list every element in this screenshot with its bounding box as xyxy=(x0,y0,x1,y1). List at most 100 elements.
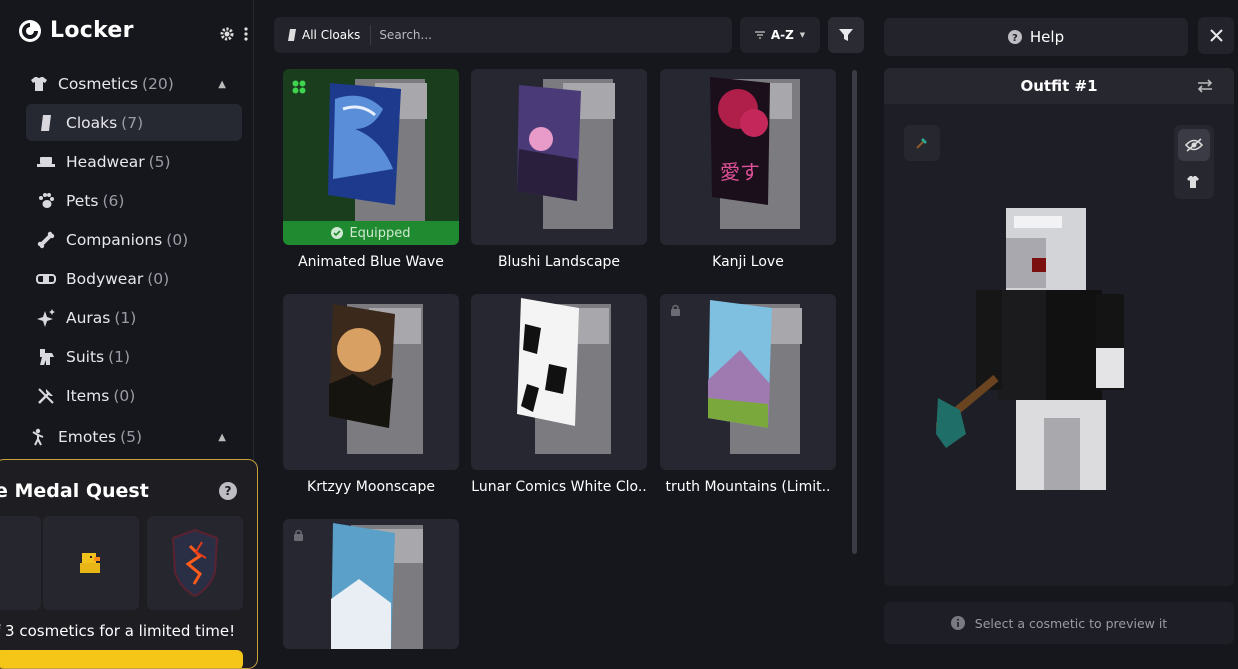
status-bar: Select a cosmetic to preview it xyxy=(884,602,1234,644)
category-filter-chip[interactable]: All Cloaks xyxy=(274,25,372,45)
sidebar-item-label: Companions xyxy=(66,230,163,249)
svg-text:愛す: 愛す xyxy=(720,160,760,184)
quest-reward-slot[interactable] xyxy=(147,516,243,610)
sidebar-item-label: Bodywear xyxy=(66,269,144,288)
sort-icon xyxy=(754,31,765,39)
sidebar-item-items[interactable]: Items (0) xyxy=(26,377,242,414)
section-cosmetics-label: Cosmetics xyxy=(58,75,138,93)
quest-reward-slot[interactable] xyxy=(0,516,41,610)
section-emotes-label: Emotes xyxy=(58,428,117,446)
cosmetic-card[interactable] xyxy=(471,294,647,470)
close-icon xyxy=(1209,29,1223,42)
cosmetic-preview: 愛す xyxy=(710,77,800,229)
sidebar-item-pets[interactable]: Pets (6) xyxy=(26,182,242,219)
sidebar-item-label: Suits xyxy=(66,347,105,366)
cosmetic-name: truth Mountains (Limit.. xyxy=(665,479,831,495)
outfit-title: Outfit #1 xyxy=(1020,77,1098,95)
section-emotes-count: (5) xyxy=(120,428,143,446)
quest-description: f 3 cosmetics for a limited time! xyxy=(0,622,236,640)
sparkle-icon xyxy=(36,308,56,327)
quest-action-button[interactable] xyxy=(0,650,243,668)
sidebar-item-label: Pets xyxy=(66,191,99,210)
quest-reward-slot[interactable] xyxy=(43,516,139,610)
sidebar-item-auras[interactable]: Auras (1) xyxy=(26,299,242,336)
lock-icon xyxy=(671,304,680,316)
sidebar-item-count: (1) xyxy=(108,347,131,366)
cosmetic-preview xyxy=(517,298,611,454)
suit-icon xyxy=(36,348,56,366)
dance-figure-icon xyxy=(30,428,48,446)
cosmetic-name: Animated Blue Wave xyxy=(298,254,444,270)
help-circle-icon: ? xyxy=(1007,30,1022,44)
help-button[interactable]: ? Help xyxy=(884,18,1188,56)
cosmetic-card[interactable] xyxy=(283,294,459,470)
shield-icon xyxy=(171,528,219,598)
cosmetic-card[interactable]: 愛す xyxy=(660,69,836,245)
tool-slot-button[interactable] xyxy=(904,125,940,161)
equipped-grid-icon xyxy=(292,79,306,98)
section-emotes[interactable]: Emotes (5) ▲ xyxy=(20,422,242,452)
funnel-icon xyxy=(839,29,853,41)
sort-label: A-Z xyxy=(770,28,794,42)
section-cosmetics-count: (20) xyxy=(142,75,174,93)
sidebar-item-count: (6) xyxy=(102,191,125,210)
equipped-badge: Equipped xyxy=(283,221,459,245)
sidebar-item-bodywear[interactable]: Bodywear (0) xyxy=(26,260,242,297)
app-title: Locker xyxy=(50,18,134,43)
axe-icon xyxy=(916,138,927,149)
cosmetic-preview xyxy=(517,79,615,229)
caret-up-icon[interactable]: ▲ xyxy=(218,432,226,443)
section-cosmetics[interactable]: Cosmetics (20) ▲ xyxy=(20,69,242,99)
cosmetic-preview xyxy=(331,523,423,649)
player-character-model xyxy=(936,208,1124,490)
cosmetic-card[interactable] xyxy=(471,69,647,245)
outfit-preview-panel: Outfit #1 xyxy=(884,68,1234,586)
cosmetic-card[interactable]: Equipped xyxy=(283,69,459,245)
sidebar-item-label: Cloaks xyxy=(66,113,118,132)
cosmetic-preview xyxy=(708,300,802,454)
items-icon xyxy=(36,387,56,405)
close-button[interactable] xyxy=(1198,17,1234,54)
cosmetic-name: Kanji Love xyxy=(712,254,784,270)
cosmetic-card[interactable] xyxy=(660,294,836,470)
shirt-toggle-icon[interactable] xyxy=(1186,173,1200,192)
cosmetic-preview xyxy=(329,304,423,454)
settings-gear-icon[interactable] xyxy=(220,26,234,45)
cosmetic-name: Lunar Comics White Clo.. xyxy=(471,479,647,495)
sidebar-item-count: (5) xyxy=(148,152,171,171)
cosmetic-card[interactable] xyxy=(283,519,459,649)
sort-dropdown[interactable]: A-Z ▼ xyxy=(740,17,820,53)
chevron-down-icon: ▼ xyxy=(799,31,806,39)
cloak-icon xyxy=(288,29,296,41)
sidebar-item-headwear[interactable]: Headwear (5) xyxy=(26,143,242,180)
caret-up-icon[interactable]: ▲ xyxy=(218,79,226,90)
shirt-icon xyxy=(30,76,48,92)
cloak-icon xyxy=(36,114,56,132)
check-circle-icon xyxy=(331,227,344,239)
locker-logo-icon xyxy=(19,19,41,42)
help-icon[interactable]: ? xyxy=(219,482,237,500)
filter-button[interactable] xyxy=(828,17,864,53)
sidebar-item-label: Headwear xyxy=(66,152,145,171)
quest-title: e Medal Quest xyxy=(0,480,149,502)
bodywear-icon xyxy=(36,273,56,285)
cosmetic-name: Krtzyy Moonscape xyxy=(307,479,435,495)
search-input[interactable] xyxy=(371,28,712,42)
swap-icon[interactable] xyxy=(1196,78,1214,94)
more-options-icon[interactable] xyxy=(244,26,248,45)
lock-icon xyxy=(294,529,303,541)
sidebar-item-companions[interactable]: Companions (0) xyxy=(26,221,242,258)
sidebar-item-cloaks[interactable]: Cloaks (7) xyxy=(26,104,242,141)
status-text: Select a cosmetic to preview it xyxy=(974,615,1168,631)
svg-text:?: ? xyxy=(1012,33,1018,44)
help-label: Help xyxy=(1029,28,1065,46)
sidebar-item-suits[interactable]: Suits (1) xyxy=(26,338,242,375)
grid-scrollbar[interactable] xyxy=(852,70,857,554)
sidebar-item-label: Auras xyxy=(66,308,111,327)
equipped-label: Equipped xyxy=(349,225,411,241)
paw-icon xyxy=(36,192,56,210)
category-filter-label: All Cloaks xyxy=(302,28,361,42)
hide-eye-icon[interactable] xyxy=(1178,129,1210,161)
sidebar-item-count: (0) xyxy=(166,230,189,249)
medal-quest-card: e Medal Quest ? f 3 cosmetics for a limi… xyxy=(0,459,258,669)
